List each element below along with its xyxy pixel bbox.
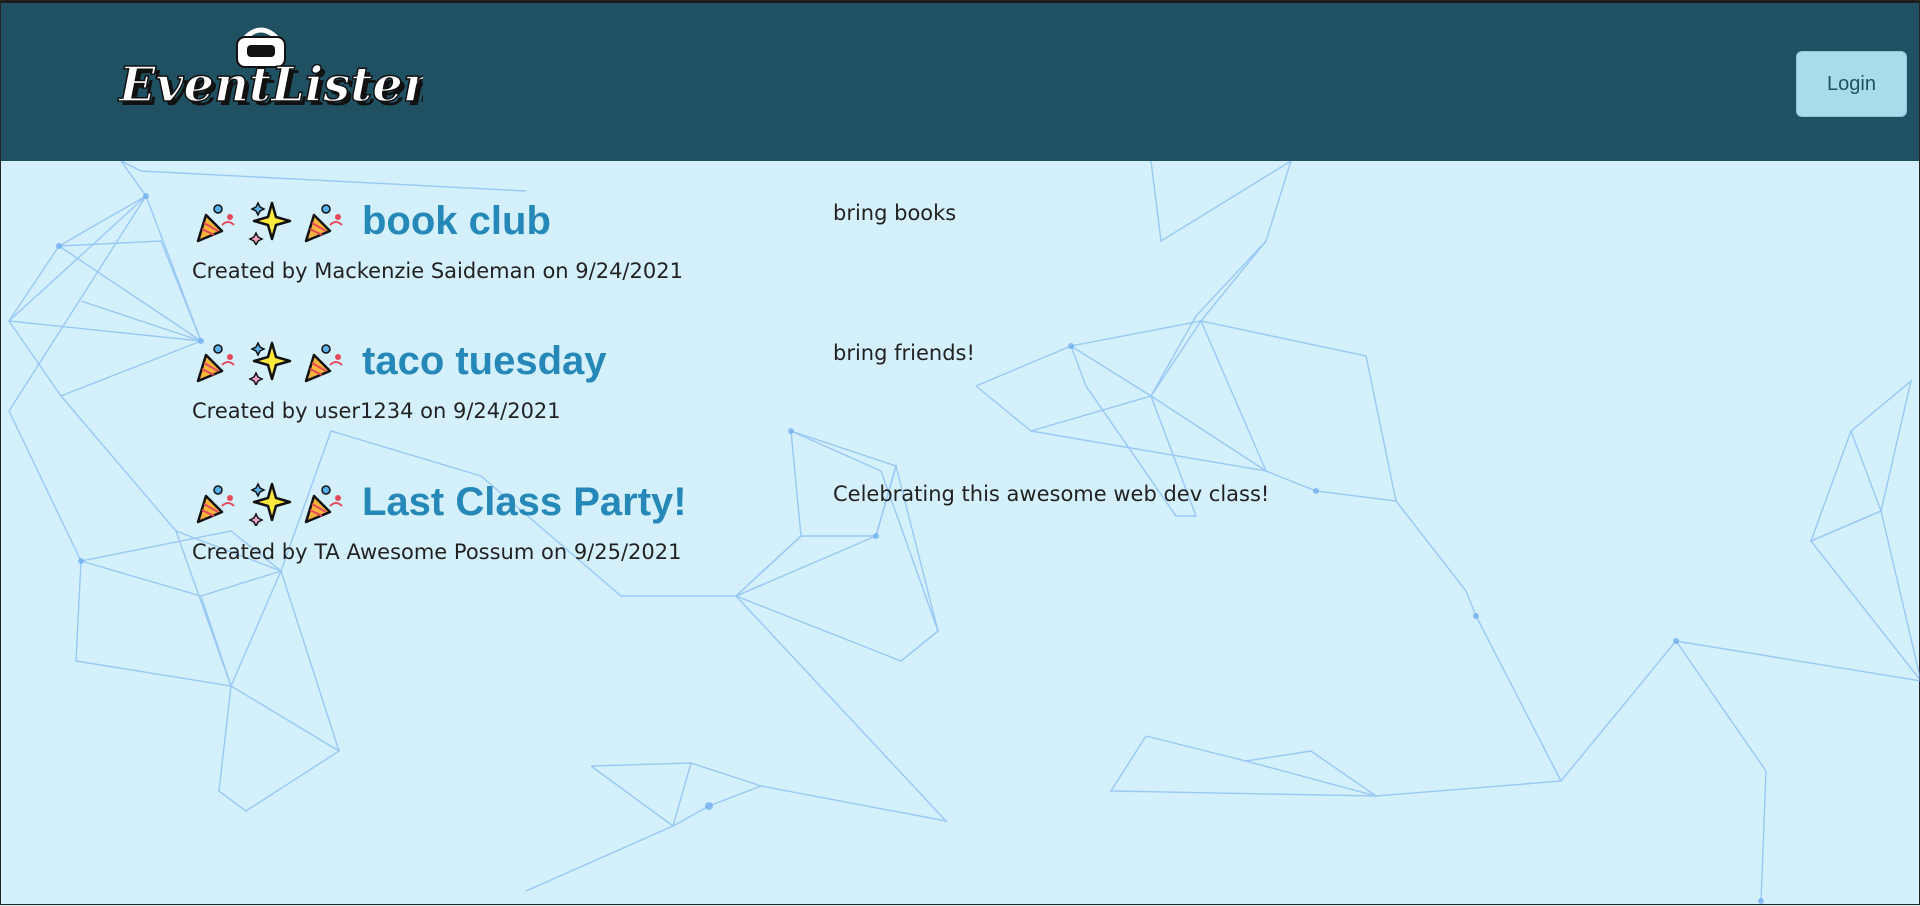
event-item: book club Created by Mackenzie Saideman …: [192, 161, 1492, 291]
headphones-logo-icon: EventListener EventListener: [116, 27, 501, 117]
event-title-link[interactable]: Last Class Party!: [362, 478, 687, 526]
party-popper-icon: [196, 344, 235, 383]
eventlistener-logo[interactable]: EventListener EventListener: [113, 13, 501, 129]
event-title-row: taco tuesday: [192, 337, 607, 385]
event-description: Celebrating this awesome web dev class!: [833, 482, 1270, 506]
site-header: EventListener EventListener Login: [1, 1, 1919, 161]
party-popper-icon: [196, 485, 235, 524]
sparkles-icon: [248, 201, 292, 245]
event-created-by: Created by user1234 on 9/24/2021: [192, 399, 561, 423]
event-title-link[interactable]: book club: [362, 197, 551, 245]
svg-text:EventListener: EventListener: [117, 57, 423, 113]
party-popper-icon: [196, 204, 235, 243]
event-title-row: Last Class Party!: [192, 478, 687, 526]
party-popper-icon: [304, 344, 343, 383]
event-description: bring books: [833, 201, 957, 225]
event-item: taco tuesday Created by user1234 on 9/24…: [192, 301, 1492, 431]
event-created-by: Created by Mackenzie Saideman on 9/24/20…: [192, 259, 683, 283]
login-button[interactable]: Login: [1796, 51, 1907, 117]
event-description: bring friends!: [833, 341, 975, 365]
party-popper-icon: [304, 204, 343, 243]
event-item: Last Class Party! Created by TA Awesome …: [192, 442, 1492, 572]
event-title-row: book club: [192, 197, 551, 245]
sparkles-icon: [248, 341, 292, 385]
sparkles-icon: [248, 482, 292, 526]
party-popper-icon: [304, 485, 343, 524]
event-title-link[interactable]: taco tuesday: [362, 337, 607, 385]
event-created-by: Created by TA Awesome Possum on 9/25/202…: [192, 540, 682, 564]
